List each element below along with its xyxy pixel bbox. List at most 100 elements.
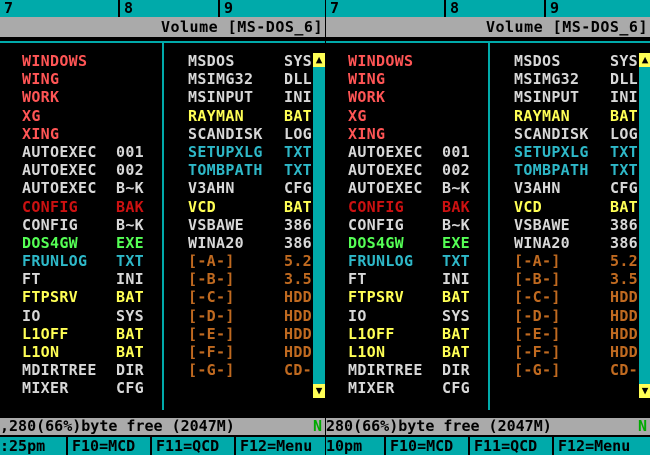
file-entry[interactable]: TOMBPATH TXT [188, 161, 312, 179]
scroll-down-icon[interactable]: ▼ [639, 384, 650, 398]
f10-mcd-button[interactable]: F10=MCD [72, 437, 135, 455]
file-name: FTPSRV [22, 288, 78, 307]
top-key-8[interactable]: 8 [120, 0, 218, 17]
file-entry[interactable]: SCANDISK LOG [514, 125, 638, 143]
file-entry[interactable]: V3AHN CFG [188, 179, 312, 197]
f11-qcd-button[interactable]: F11=QCD [156, 437, 219, 455]
top-key-7[interactable]: 7 [326, 0, 444, 17]
file-entry[interactable]: L1ON BAT [22, 343, 144, 361]
file-entry[interactable]: WORK [348, 88, 423, 106]
file-entry[interactable]: MDIRTREE DIR [22, 361, 144, 379]
file-entry[interactable]: RAYMAN BAT [188, 107, 312, 125]
file-entry[interactable]: WORK [22, 88, 97, 106]
file-entry[interactable]: IO SYS [22, 307, 144, 325]
file-entry[interactable]: DOS4GW EXE [348, 234, 470, 252]
file-entry[interactable]: IO SYS [348, 307, 470, 325]
file-entry[interactable]: XG [22, 107, 97, 125]
file-entry[interactable]: [-A-]5.25" [514, 252, 650, 270]
file-entry[interactable]: FT INI [348, 270, 470, 288]
file-entry[interactable]: CONFIG B~K [348, 216, 470, 234]
file-name: L1ON [348, 343, 386, 361]
file-entry[interactable]: MIXER CFG [22, 379, 144, 397]
file-entry[interactable]: FRUNLOG TXT [22, 252, 144, 270]
file-entry[interactable]: [-D-] HDD [514, 307, 638, 325]
file-entry[interactable]: V3AHN CFG [514, 179, 638, 197]
file-entry[interactable]: CONFIG BAK [348, 198, 470, 216]
file-entry[interactable]: MSDOS SYS [188, 52, 312, 70]
file-entry[interactable]: WING [22, 70, 97, 88]
file-entry[interactable]: RAYMAN BAT [514, 107, 638, 125]
f12-menu-button[interactable]: F12=Menu [558, 437, 630, 455]
file-entry[interactable]: WINA20 386 [514, 234, 638, 252]
file-extension: BAT [610, 106, 638, 125]
file-entry[interactable]: XG [348, 107, 423, 125]
file-entry[interactable]: MSINPUT INI [188, 88, 312, 106]
file-entry[interactable]: WING [348, 70, 423, 88]
scrollbar[interactable]: ▲ ▼ [639, 53, 650, 398]
file-entry[interactable]: AUTOEXEC 002 [348, 161, 470, 179]
file-entry[interactable]: WINDOWS [348, 52, 423, 70]
file-entry[interactable]: FTPSRV BAT [22, 288, 144, 307]
file-entry[interactable]: AUTOEXEC 002 [22, 161, 144, 179]
volume-label: Volume [MS-DOS_6] [160, 18, 323, 36]
file-entry[interactable]: MSDOS SYS [514, 52, 638, 70]
file-entry[interactable]: L1OFF BAT [348, 325, 470, 343]
scroll-up-icon[interactable]: ▲ [313, 53, 325, 67]
file-entry[interactable]: MSINPUT INI [514, 88, 638, 106]
file-entry[interactable]: [-C-] HDD [514, 288, 638, 306]
top-key-7[interactable]: 7 [0, 0, 118, 17]
scrollbar[interactable]: ▲ ▼ [313, 53, 325, 398]
file-name: AUTOEXEC [22, 142, 97, 161]
file-entry[interactable]: SETUPXLG TXT [188, 143, 312, 161]
file-entry[interactable]: CONFIG B~K [22, 216, 144, 234]
file-entry[interactable]: [-C-] HDD [188, 288, 312, 306]
file-entry[interactable]: TOMBPATH TXT [514, 161, 638, 179]
file-entry[interactable]: FRUNLOG TXT [348, 252, 470, 270]
file-entry[interactable]: SETUPXLG TXT [514, 143, 638, 161]
file-entry[interactable]: FT INI [22, 270, 144, 288]
file-entry[interactable]: WINA20 386 [188, 234, 312, 252]
file-entry[interactable]: [-G-]CD-ROM [188, 361, 325, 379]
file-entry[interactable]: AUTOEXEC 001 [348, 143, 470, 161]
file-entry[interactable]: XING [22, 125, 97, 143]
file-entry[interactable]: FTPSRV BAT [348, 288, 470, 306]
scroll-up-icon[interactable]: ▲ [639, 53, 650, 67]
file-entry[interactable]: [-A-]5.25" [188, 252, 325, 270]
file-entry[interactable]: VCD BAT [514, 198, 638, 216]
file-entry[interactable]: MSIMG32 DLL [188, 70, 312, 88]
file-entry[interactable]: VSBAWE 386 [188, 216, 312, 234]
file-entry[interactable]: [-E-] HDD [188, 325, 312, 343]
file-extension: INI [116, 270, 144, 289]
file-entry[interactable]: MDIRTREE DIR [348, 361, 470, 379]
file-entry[interactable]: [-B-] 3.5" [188, 270, 321, 288]
file-entry[interactable]: MIXER CFG [348, 379, 470, 397]
file-entry[interactable]: MSIMG32 DLL [514, 70, 638, 88]
f12-menu-button[interactable]: F12=Menu [240, 437, 312, 455]
file-entry[interactable]: L1OFF BAT [22, 325, 144, 343]
top-key-9[interactable]: 9 [220, 0, 325, 17]
top-key-8[interactable]: 8 [446, 0, 544, 17]
file-entry[interactable]: [-F-] HDD [514, 343, 638, 361]
scroll-down-icon[interactable]: ▼ [313, 384, 325, 398]
file-entry[interactable]: XING [348, 125, 423, 143]
top-key-9[interactable]: 9 [546, 0, 650, 17]
file-entry[interactable]: [-F-] HDD [188, 343, 312, 361]
file-entry[interactable]: [-G-]CD-ROM [514, 361, 650, 379]
file-entry[interactable]: AUTOEXEC B~K [22, 179, 144, 197]
file-entry[interactable]: [-E-] HDD [514, 325, 638, 343]
file-entry[interactable]: AUTOEXEC B~K [348, 179, 470, 197]
file-entry[interactable]: L1ON BAT [348, 343, 470, 361]
file-extension: INI [610, 88, 638, 107]
file-entry[interactable]: DOS4GW EXE [22, 234, 144, 252]
file-entry[interactable]: CONFIG BAK [22, 198, 144, 216]
file-entry[interactable]: [-D-] HDD [188, 307, 312, 325]
file-entry[interactable]: AUTOEXEC 001 [22, 142, 144, 161]
column-divider [162, 43, 164, 410]
file-entry[interactable]: VCD BAT [188, 198, 312, 216]
file-entry[interactable]: SCANDISK LOG [188, 125, 312, 143]
file-entry[interactable]: WINDOWS [22, 52, 97, 70]
file-entry[interactable]: VSBAWE 386 [514, 216, 638, 234]
f10-mcd-button[interactable]: F10=MCD [390, 437, 453, 455]
file-entry[interactable]: [-B-] 3.5" [514, 270, 647, 288]
f11-qcd-button[interactable]: F11=QCD [474, 437, 537, 455]
